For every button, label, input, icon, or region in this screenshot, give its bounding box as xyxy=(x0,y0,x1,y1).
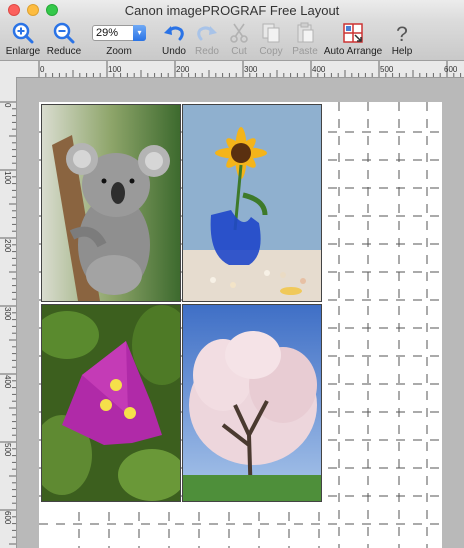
photo-sunflower[interactable] xyxy=(182,104,322,302)
zoom-value: 29% xyxy=(96,27,119,39)
reduce-label: Reduce xyxy=(46,46,82,57)
bougainvillea-flower-photo xyxy=(42,305,180,501)
photo-cherry-blossom[interactable] xyxy=(182,304,322,502)
cut-label: Cut xyxy=(231,46,247,57)
horizontal-ruler: 0 100 200 300 400 500 600 xyxy=(0,61,464,78)
window-title: Canon imagePROGRAF Free Layout xyxy=(124,3,340,18)
cut-button[interactable]: Cut xyxy=(225,20,253,60)
zoom-out-icon xyxy=(53,22,75,44)
zoom-select[interactable]: 29% ▾ xyxy=(92,25,146,41)
ruler-label: 500 xyxy=(3,443,12,457)
ruler-label: 600 xyxy=(3,511,12,525)
question-icon: ? xyxy=(396,23,408,44)
zoom-label: Zoom xyxy=(106,46,132,57)
auto-arrange-button[interactable]: Auto Arrange xyxy=(322,20,384,60)
svg-text:?: ? xyxy=(396,23,408,44)
enlarge-label: Enlarge xyxy=(5,46,41,57)
ruler-label: 0 xyxy=(40,65,45,74)
auto-arrange-label: Auto Arrange xyxy=(323,46,383,57)
scissors-icon xyxy=(230,23,248,43)
koala-photo xyxy=(42,105,180,301)
help-button[interactable]: ? Help xyxy=(388,20,416,60)
undo-icon xyxy=(164,26,184,41)
ruler-label: 100 xyxy=(3,171,12,185)
ruler-label: 100 xyxy=(108,65,122,74)
ruler-label: 400 xyxy=(312,65,326,74)
vertical-ruler: 0 100 200 300 400 500 600 xyxy=(0,77,17,548)
title-bar: Canon imagePROGRAF Free Layout xyxy=(0,0,464,20)
copy-icon xyxy=(262,23,280,43)
ruler-label: 200 xyxy=(3,239,12,253)
ruler-label: 300 xyxy=(3,307,12,321)
horizontal-ruler-ticks xyxy=(38,61,462,77)
paper-sheet[interactable] xyxy=(39,102,442,548)
ruler-label: 500 xyxy=(380,65,394,74)
ruler-label: 400 xyxy=(3,375,12,389)
reduce-button[interactable]: Reduce xyxy=(44,20,84,60)
app-window: Canon imagePROGRAF Free Layout Enlarge R… xyxy=(0,0,464,548)
chevron-down-icon: ▾ xyxy=(133,25,146,41)
undo-label: Undo xyxy=(162,46,186,57)
auto-arrange-icon xyxy=(343,23,363,43)
copy-label: Copy xyxy=(259,46,283,57)
ruler-label: 200 xyxy=(176,65,190,74)
redo-icon xyxy=(197,26,217,41)
paste-icon xyxy=(297,22,314,43)
copy-button[interactable]: Copy xyxy=(256,20,286,60)
zoom-in-icon xyxy=(12,22,34,44)
paste-button[interactable]: Paste xyxy=(289,20,321,60)
ruler-label: 0 xyxy=(3,103,12,108)
sunflower-vase-photo xyxy=(183,105,321,301)
redo-button[interactable]: Redo xyxy=(191,20,223,60)
ruler-label: 600 xyxy=(444,65,458,74)
photo-koala[interactable] xyxy=(41,104,181,302)
photo-bougainvillea[interactable] xyxy=(41,304,181,502)
ruler-label: 300 xyxy=(244,65,258,74)
cherry-blossom-tree-photo xyxy=(183,305,321,501)
undo-button[interactable]: Undo xyxy=(157,20,191,60)
paste-label: Paste xyxy=(292,46,318,57)
toolbar: Enlarge Reduce 29% ▾ Zoom Undo Redo Cut … xyxy=(0,20,464,61)
help-label: Help xyxy=(391,46,413,57)
enlarge-button[interactable]: Enlarge xyxy=(2,20,44,60)
redo-label: Redo xyxy=(195,46,219,57)
